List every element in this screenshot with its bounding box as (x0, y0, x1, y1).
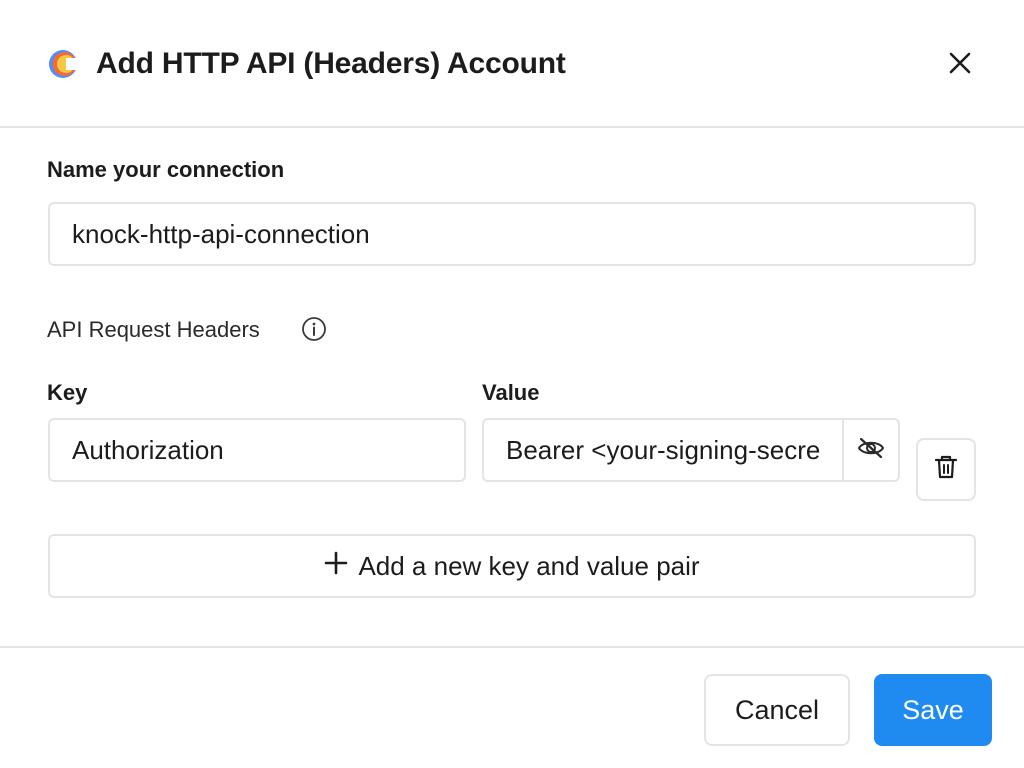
trash-icon (934, 454, 958, 485)
info-icon[interactable] (301, 316, 327, 342)
dialog-footer: Cancel Save (0, 646, 1024, 768)
api-request-headers-label: API Request Headers (47, 317, 260, 342)
dialog-title: Add HTTP API (Headers) Account (96, 47, 566, 80)
header-key-input[interactable] (48, 418, 466, 482)
value-label: Value (482, 380, 540, 405)
connection-name-label: Name your connection (47, 157, 285, 182)
add-account-dialog: Add HTTP API (Headers) Account Name your… (0, 0, 1024, 768)
close-button[interactable] (940, 45, 980, 85)
header-value-input[interactable] (484, 420, 842, 480)
cancel-button[interactable]: Cancel (704, 674, 850, 746)
dialog-header: Add HTTP API (Headers) Account (0, 0, 1024, 128)
connection-name-input[interactable] (48, 202, 976, 266)
add-pair-label: Add a new key and value pair (358, 550, 700, 581)
toggle-visibility-button[interactable] (842, 420, 898, 480)
dialog-body: Name your connection API Request Headers… (0, 128, 1024, 646)
delete-header-button[interactable] (916, 438, 976, 501)
add-key-value-pair-button[interactable]: Add a new key and value pair (48, 534, 976, 598)
header-value-field (482, 418, 900, 482)
key-label: Key (47, 380, 88, 405)
plus-icon (324, 551, 348, 582)
close-icon (947, 50, 973, 81)
knock-logo-icon (47, 48, 79, 80)
eye-off-icon (856, 436, 886, 465)
save-button[interactable]: Save (874, 674, 992, 746)
